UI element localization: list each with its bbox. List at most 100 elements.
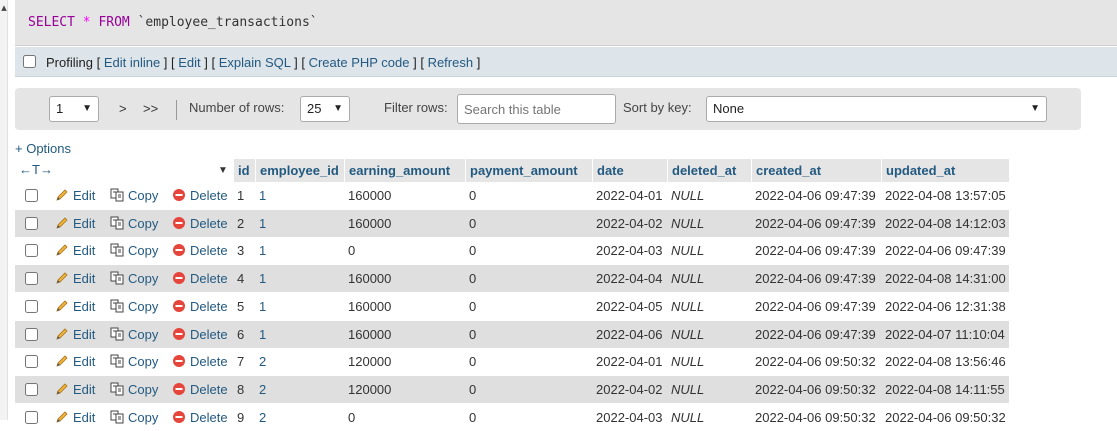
cell-created-at: 2022-04-06 09:47:39 <box>755 298 876 314</box>
column-header-employee-id[interactable]: employee_id <box>255 159 344 182</box>
options-toggle[interactable]: + Options <box>15 141 71 156</box>
cell-created-at: 2022-04-06 09:47:39 <box>755 188 876 203</box>
cell-employee-id[interactable]: 1 <box>259 243 266 258</box>
cell-earning-amount: 0 <box>348 243 356 259</box>
pencil-icon <box>55 410 73 425</box>
column-arrows-icon[interactable]: ←T→ <box>19 162 53 177</box>
cell-employee-id[interactable]: 1 <box>259 299 266 314</box>
cell-employee-id[interactable]: 2 <box>259 410 266 425</box>
delete-circle-icon <box>172 327 190 342</box>
row-edit-action[interactable]: Edit <box>55 299 95 314</box>
last-page-button[interactable]: >> <box>143 96 158 122</box>
row-copy-action[interactable]: Copy <box>110 327 158 342</box>
number-of-rows-select[interactable]: 25 ▼ <box>300 96 350 122</box>
create-php-code-link[interactable]: Create PHP code <box>309 55 410 70</box>
cell-id: 5 <box>237 298 245 314</box>
row-delete-action[interactable]: Delete <box>172 216 228 231</box>
cell-updated-at: 2022-04-08 13:57:05 <box>885 188 1006 203</box>
edit-label: Edit <box>73 381 96 397</box>
row-delete-action[interactable]: Delete <box>172 327 228 342</box>
row-delete-action[interactable]: Delete <box>172 299 228 314</box>
sort-dropdown-icon[interactable]: ▼ <box>218 165 228 176</box>
chevron-down-icon: ▼ <box>1030 103 1040 114</box>
cell-created-at: 2022-04-06 09:47:39 <box>755 271 876 287</box>
sort-by-key-select[interactable]: None ▼ <box>706 96 1047 122</box>
page-select[interactable]: 1 ▼ <box>49 96 99 122</box>
pencil-icon <box>55 188 73 203</box>
filter-rows-input[interactable] <box>457 94 616 124</box>
next-page-button[interactable]: > <box>119 96 127 122</box>
cell-employee-id[interactable]: 2 <box>259 354 266 369</box>
edit-inline-link[interactable]: Edit inline <box>104 55 160 70</box>
cell-earning-amount: 120000 <box>348 354 392 370</box>
row-edit-action[interactable]: Edit <box>55 382 95 397</box>
copy-label: Copy <box>128 271 159 287</box>
row-copy-action[interactable]: Copy <box>110 216 158 231</box>
row-checkbox[interactable] <box>25 410 38 424</box>
row-edit-action[interactable]: Edit <box>55 243 95 258</box>
cell-employee-id[interactable]: 1 <box>259 188 266 203</box>
row-edit-action[interactable]: Edit <box>55 354 95 369</box>
cell-id: 2 <box>237 215 245 231</box>
copy-label: Copy <box>128 326 159 342</box>
explain-sql-link[interactable]: Explain SQL <box>219 55 291 70</box>
column-header-id[interactable]: id <box>233 159 255 182</box>
row-checkbox[interactable] <box>25 189 38 202</box>
copy-icon <box>110 188 128 203</box>
delete-circle-icon <box>172 216 190 231</box>
cell-date: 2022-04-04 <box>596 271 663 287</box>
row-checkbox[interactable] <box>25 327 38 341</box>
row-checkbox[interactable] <box>25 244 38 258</box>
page-select-value: 1 <box>56 101 64 116</box>
row-copy-action[interactable]: Copy <box>110 271 158 286</box>
cell-employee-id[interactable]: 1 <box>259 216 266 231</box>
cell-earning-amount: 160000 <box>348 298 392 314</box>
cell-updated-at: 2022-04-06 12:31:38 <box>885 298 1006 314</box>
row-copy-action[interactable]: Copy <box>110 299 158 314</box>
row-edit-action[interactable]: Edit <box>55 271 95 286</box>
row-copy-action[interactable]: Copy <box>110 410 158 425</box>
refresh-link[interactable]: Refresh <box>428 55 474 70</box>
row-checkbox[interactable] <box>25 272 38 286</box>
caret-up-icon[interactable]: ▴ <box>0 0 8 16</box>
column-header-created-at[interactable]: created_at <box>751 159 881 182</box>
cell-employee-id[interactable]: 1 <box>259 327 266 342</box>
row-delete-action[interactable]: Delete <box>172 382 228 397</box>
row-checkbox[interactable] <box>25 355 38 369</box>
pencil-icon <box>55 382 73 397</box>
cell-employee-id[interactable]: 1 <box>259 271 266 286</box>
row-copy-action[interactable]: Copy <box>110 354 158 369</box>
row-edit-action[interactable]: Edit <box>55 327 95 342</box>
row-delete-action[interactable]: Delete <box>172 410 228 425</box>
edit-link[interactable]: Edit <box>178 55 200 70</box>
column-header-updated-at[interactable]: updated_at <box>881 159 1009 182</box>
column-header-date[interactable]: date <box>592 159 667 182</box>
copy-icon <box>110 271 128 286</box>
column-header-deleted-at[interactable]: deleted_at <box>667 159 751 182</box>
profiling-checkbox[interactable] <box>23 55 36 68</box>
cell-updated-at: 2022-04-07 11:10:04 <box>885 326 1005 342</box>
row-delete-action[interactable]: Delete <box>172 271 228 286</box>
row-copy-action[interactable]: Copy <box>110 188 158 203</box>
cell-date: 2022-04-06 <box>596 326 663 342</box>
row-delete-action[interactable]: Delete <box>172 188 228 203</box>
cell-deleted-at: NULL <box>671 243 705 259</box>
cell-payment-amount: 0 <box>469 271 477 287</box>
row-edit-action[interactable]: Edit <box>55 410 95 425</box>
copy-label: Copy <box>128 354 159 370</box>
row-checkbox[interactable] <box>25 382 38 396</box>
cell-date: 2022-04-03 <box>596 409 663 425</box>
cell-payment-amount: 0 <box>469 326 477 342</box>
column-header-payment-amount[interactable]: payment_amount <box>465 159 592 182</box>
row-delete-action[interactable]: Delete <box>172 243 228 258</box>
row-edit-action[interactable]: Edit <box>55 188 95 203</box>
row-copy-action[interactable]: Copy <box>110 243 158 258</box>
cell-employee-id[interactable]: 2 <box>259 382 266 397</box>
cell-earning-amount: 0 <box>348 409 356 425</box>
row-delete-action[interactable]: Delete <box>172 354 228 369</box>
row-edit-action[interactable]: Edit <box>55 216 95 231</box>
row-checkbox[interactable] <box>25 216 38 230</box>
row-copy-action[interactable]: Copy <box>110 382 158 397</box>
row-checkbox[interactable] <box>25 299 38 313</box>
column-header-earning-amount[interactable]: earning_amount <box>344 159 465 182</box>
